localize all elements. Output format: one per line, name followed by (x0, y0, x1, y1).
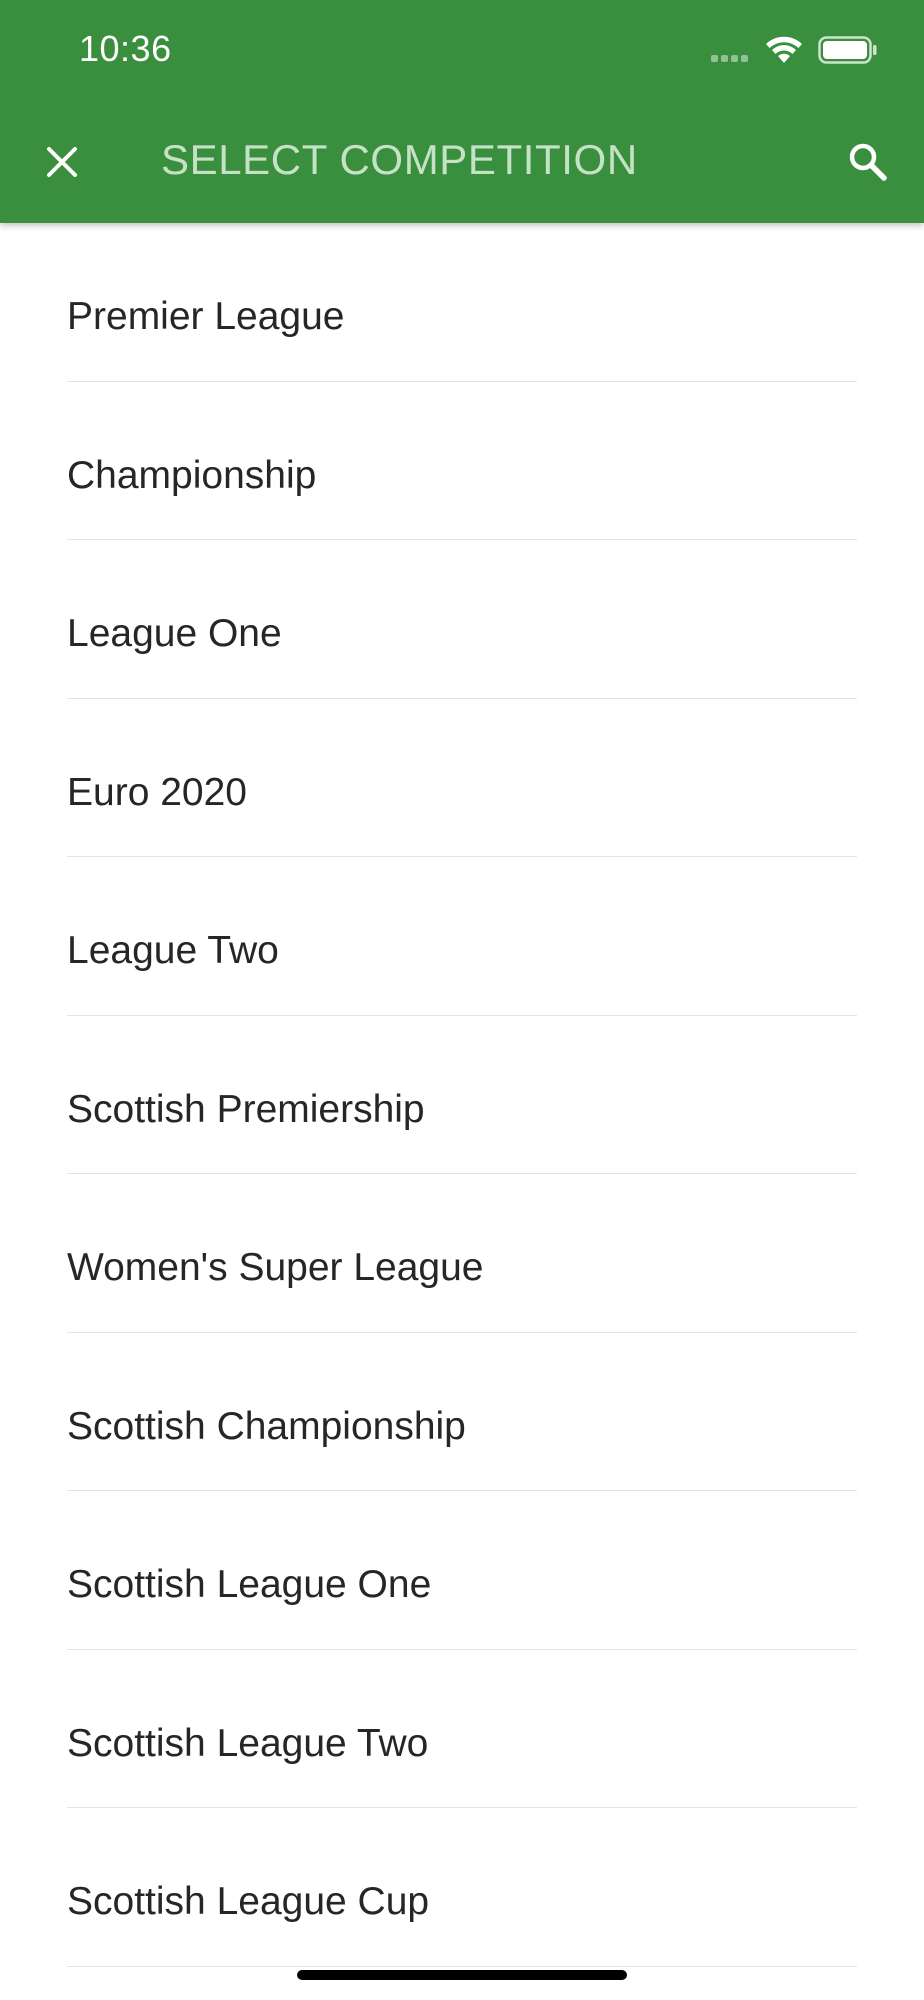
competition-label: Scottish Championship (67, 1404, 466, 1448)
competition-label: League One (67, 612, 282, 655)
competition-item[interactable]: League One (0, 540, 924, 699)
competition-label: Championship (67, 453, 317, 497)
wifi-icon (766, 36, 802, 63)
screen: 10:36 SELECT COMPETITION Premier League … (0, 0, 924, 2000)
competition-item[interactable]: Championship (0, 382, 924, 540)
competition-label: Scottish League Cup (67, 1880, 430, 1923)
competition-item[interactable]: League Two (0, 857, 924, 1016)
close-icon (47, 147, 77, 177)
battery-icon (818, 36, 877, 64)
search-button[interactable] (836, 130, 900, 194)
competition-item[interactable]: Euro 2020 (0, 699, 924, 857)
search-icon (849, 143, 887, 181)
cellular-signal-icon (711, 55, 748, 62)
divider (67, 1965, 857, 1967)
competition-label: Scottish League One (67, 1563, 432, 1606)
status-time: 10:36 (79, 28, 172, 69)
competition-label: Euro 2020 (67, 770, 247, 814)
competition-item[interactable]: Scottish League Cup (0, 1808, 924, 1967)
page-title: SELECT COMPETITION (161, 136, 638, 183)
close-button[interactable] (30, 130, 94, 194)
competition-item[interactable]: Scottish Premiership (0, 1016, 924, 1174)
competition-item[interactable]: Scottish League One (0, 1491, 924, 1650)
app-header: 10:36 SELECT COMPETITION (0, 0, 924, 223)
competition-item[interactable]: Scottish League Two (0, 1650, 924, 1808)
competition-item[interactable]: Premier League (0, 223, 924, 382)
competition-item[interactable]: Scottish Championship (0, 1333, 924, 1491)
competition-label: Women's Super League (67, 1246, 484, 1289)
competition-label: Scottish Premiership (67, 1087, 425, 1131)
competition-item[interactable]: Women's Super League (0, 1174, 924, 1333)
competition-label: Scottish League Two (67, 1721, 429, 1765)
competition-label: Premier League (67, 295, 345, 338)
home-indicator (297, 1970, 627, 1980)
competition-label: League Two (67, 929, 279, 972)
competition-list: Premier League Championship League One E… (0, 223, 924, 1967)
